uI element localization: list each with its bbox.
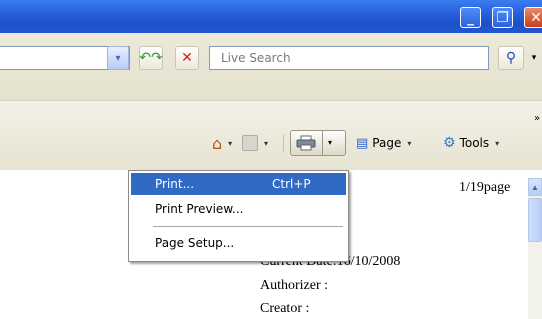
close-icon: ✕ — [530, 9, 542, 26]
search-input[interactable]: Live Search — [209, 46, 489, 70]
menu-item-label: Page Setup... — [155, 236, 235, 250]
maximize-icon: ❐ — [496, 9, 509, 26]
menu-item-print-preview[interactable]: Print Preview... — [131, 198, 346, 220]
creator-text: Creator : — [260, 301, 310, 316]
authorizer-text: Authorizer : — [260, 278, 329, 293]
tools-label: Tools — [459, 136, 490, 150]
home-icon: ⌂ — [212, 133, 223, 153]
minimize-button[interactable]: _ — [460, 7, 481, 28]
minimize-icon: _ — [467, 9, 474, 26]
address-toolbar: ▾ ↶↷ ✕ Live Search ⚲ ▾ — [0, 33, 542, 100]
chevron-down-icon[interactable]: ▾ — [228, 139, 232, 148]
refresh-icon: ↶↷ — [139, 50, 163, 66]
toolbar-separator — [283, 134, 284, 152]
print-dropdown-chevron-icon[interactable]: ▾ — [328, 138, 332, 147]
stop-button[interactable]: ✕ — [175, 46, 199, 70]
page-label: Page — [372, 136, 402, 150]
address-dropdown-button[interactable]: ▾ — [107, 46, 129, 70]
chevron-down-icon: ▾ — [495, 138, 500, 148]
print-button[interactable]: ▾ — [290, 130, 346, 156]
menu-item-shortcut: Ctrl+P — [272, 177, 311, 191]
stop-icon: ✕ — [181, 50, 193, 66]
page-count: 1/19page — [459, 180, 511, 195]
command-bar: » ⌂ ▾ ▾ ▾ ▤ Page ▾ ⚙ Tools ▾ — [0, 100, 542, 171]
search-options-button[interactable]: ▾ — [526, 46, 542, 70]
search-button[interactable]: ⚲ — [498, 46, 524, 70]
feeds-button[interactable]: ▾ — [242, 131, 268, 155]
menu-item-print[interactable]: Print... Ctrl+P — [131, 173, 346, 195]
scroll-up-button[interactable]: ▲ — [528, 178, 542, 196]
scroll-thumb[interactable] — [528, 198, 542, 242]
refresh-button[interactable]: ↶↷ — [139, 46, 163, 70]
chevron-down-icon[interactable]: ▾ — [264, 139, 268, 148]
search-icon: ⚲ — [505, 50, 517, 66]
home-button[interactable]: ⌂ ▾ — [212, 131, 232, 155]
gear-icon: ⚙ — [443, 135, 456, 151]
page-icon: ▤ — [356, 135, 369, 151]
menu-item-page-setup[interactable]: Page Setup... — [131, 232, 346, 254]
page-menu-button[interactable]: ▤ Page ▾ — [356, 131, 411, 155]
chevron-down-icon: ▾ — [115, 52, 121, 64]
toolbar-overflow-icon[interactable]: » — [534, 113, 540, 124]
menu-separator — [153, 226, 343, 227]
tools-menu-button[interactable]: ⚙ Tools ▾ — [443, 131, 499, 155]
window-title-bar: _ ❐ ✕ — [0, 0, 542, 33]
printer-icon — [296, 135, 316, 151]
maximize-button[interactable]: ❐ — [492, 7, 513, 28]
chevron-down-icon: ▾ — [407, 138, 412, 148]
rss-icon — [242, 135, 258, 151]
print-menu: Print... Ctrl+P Print Preview... Page Se… — [128, 170, 349, 262]
menu-item-label: Print... — [155, 177, 195, 191]
menu-item-label: Print Preview... — [155, 202, 244, 216]
chevron-down-icon: ▾ — [531, 53, 537, 63]
close-button[interactable]: ✕ — [524, 7, 542, 28]
split-divider — [322, 131, 323, 155]
